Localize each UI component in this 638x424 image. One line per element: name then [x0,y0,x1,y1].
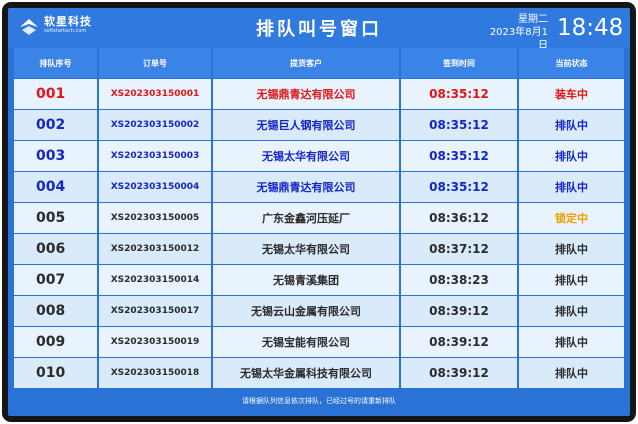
cell-status: 排队中 [519,265,624,295]
cell-status: 排队中 [519,172,624,202]
cell-customer-name: 无锡鼎青达有限公司 [213,79,401,109]
header-bar: 软星科技 softstartech.com 排队叫号窗口 星期二 2023年8月… [8,8,630,51]
queue-table: 排队序号 订单号 提货客户 签到时间 当前状态 001 XS20230315000… [14,48,624,388]
cell-customer-name: 无锡太华金属科技有限公司 [213,358,401,388]
cell-queue-number: 007 [14,265,99,295]
col-header-status: 当前状态 [519,48,624,78]
queue-screen: 软星科技 softstartech.com 排队叫号窗口 星期二 2023年8月… [8,8,630,416]
table-row: 002 XS202303150002 无锡巨人钢有限公司 08:35:12 排队中 [14,109,624,140]
cell-queue-number: 006 [14,234,99,264]
col-header-order-number: 订单号 [99,48,213,78]
cell-customer-name: 广东金鑫河压延厂 [213,203,401,233]
cell-customer-name: 无锡鼎青达有限公司 [213,172,401,202]
cell-order-number: XS202303150019 [99,327,213,357]
cell-status: 排队中 [519,110,624,140]
cell-queue-number: 002 [14,110,99,140]
cell-order-number: XS202303150014 [99,265,213,295]
cell-order-number: XS202303150017 [99,296,213,326]
cell-status: 排队中 [519,327,624,357]
cell-order-number: XS202303150004 [99,172,213,202]
cell-checkin-time: 08:37:12 [401,234,519,264]
weekday: 星期二 [518,14,548,25]
cell-status: 锁定中 [519,203,624,233]
cell-queue-number: 004 [14,172,99,202]
table-row: 007 XS202303150014 无锡青溪集团 08:38:23 排队中 [14,264,624,295]
cell-customer-name: 无锡云山金属有限公司 [213,296,401,326]
cell-queue-number: 008 [14,296,99,326]
cell-queue-number: 005 [14,203,99,233]
table-row: 009 XS202303150019 无锡宝能有限公司 08:39:12 排队中 [14,326,624,357]
cell-checkin-time: 08:35:12 [401,79,519,109]
cell-checkin-time: 08:36:12 [401,203,519,233]
cell-customer-name: 无锡巨人钢有限公司 [213,110,401,140]
cell-queue-number: 003 [14,141,99,171]
cell-checkin-time: 08:38:23 [401,265,519,295]
cell-status: 排队中 [519,141,624,171]
table-header: 排队序号 订单号 提货客户 签到时间 当前状态 [14,48,624,78]
col-header-queue-number: 排队序号 [14,48,99,78]
cell-customer-name: 无锡青溪集团 [213,265,401,295]
table-row: 008 XS202303150017 无锡云山金属有限公司 08:39:12 排队中 [14,295,624,326]
cell-order-number: XS202303150003 [99,141,213,171]
cell-order-number: XS202303150005 [99,203,213,233]
cell-customer-name: 无锡太华有限公司 [213,141,401,171]
cell-status: 排队中 [519,234,624,264]
table-row: 003 XS202303150003 无锡太华有限公司 08:35:12 排队中 [14,140,624,171]
cell-queue-number: 001 [14,79,99,109]
cell-checkin-time: 08:39:12 [401,327,519,357]
cell-customer-name: 无锡宝能有限公司 [213,327,401,357]
table-row: 006 XS202303150012 无锡太华有限公司 08:37:12 排队中 [14,233,624,264]
table-row: 004 XS202303150004 无锡鼎青达有限公司 08:35:12 排队中 [14,171,624,202]
cell-checkin-time: 08:35:12 [401,141,519,171]
cell-checkin-time: 08:35:12 [401,110,519,140]
col-header-checkin-time: 签到时间 [401,48,519,78]
table-row: 001 XS202303150001 无锡鼎青达有限公司 08:35:12 装车中 [14,78,624,109]
col-header-customer: 提货客户 [213,48,401,78]
cell-checkin-time: 08:39:12 [401,296,519,326]
table-row: 010 XS202303150018 无锡太华金属科技有限公司 08:39:12 排队中 [14,357,624,388]
cell-queue-number: 009 [14,327,99,357]
cell-checkin-time: 08:39:12 [401,358,519,388]
cell-status: 装车中 [519,79,624,109]
cell-customer-name: 无锡太华有限公司 [213,234,401,264]
footer-notice: 请根据队列信息依次排队，已经过号的请重新排队 [242,397,396,405]
cell-status: 排队中 [519,296,624,326]
cell-order-number: XS202303150018 [99,358,213,388]
cell-order-number: XS202303150002 [99,110,213,140]
table-body: 001 XS202303150001 无锡鼎青达有限公司 08:35:12 装车中 002… [14,78,624,388]
cell-order-number: XS202303150001 [99,79,213,109]
cell-order-number: XS202303150012 [99,234,213,264]
cell-queue-number: 010 [14,358,99,388]
date-box: 星期二 2023年8月1日 [480,13,548,52]
clock: 18:48 [557,15,624,41]
cell-status: 排队中 [519,358,624,388]
table-row: 005 XS202303150005 广东金鑫河压延厂 08:36:12 锁定中 [14,202,624,233]
cell-checkin-time: 08:35:12 [401,172,519,202]
